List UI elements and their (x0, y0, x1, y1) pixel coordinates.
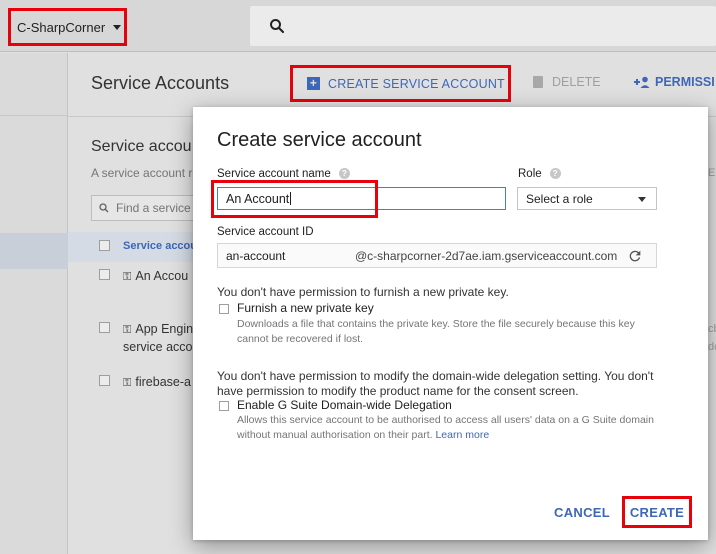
select-all-checkbox[interactable] (99, 240, 110, 251)
role-label: Role? (518, 168, 561, 180)
furnish-key-description: Downloads a file that contains the priva… (237, 318, 635, 345)
filter-input[interactable]: Find a service (91, 195, 195, 221)
delete-button[interactable]: DELETE (533, 75, 601, 89)
help-icon[interactable]: ? (549, 168, 561, 179)
name-label-text: Service account name (217, 168, 331, 180)
row-name-continued: service acco (123, 340, 193, 354)
role-label-text: Role (518, 168, 542, 180)
table-row[interactable]: ⚿ App Engin (123, 322, 193, 337)
row-name: App Engin (135, 322, 194, 336)
service-account-id-value: an-account (226, 249, 286, 263)
create-button-label: CREATE (629, 504, 685, 520)
furnish-key-label: Furnish a new private key (237, 301, 374, 315)
permissions-label: PERMISSI (655, 75, 715, 89)
filter-placeholder: Find a service (116, 201, 191, 215)
nav-selected-item[interactable] (0, 233, 68, 269)
row-checkbox[interactable] (99, 375, 110, 386)
search-bar[interactable] (250, 6, 716, 46)
create-service-account-dialog: Create service account Service account n… (193, 107, 708, 540)
section-description: A service account r (91, 166, 193, 180)
project-selector[interactable]: C-SharpCorner (8, 8, 127, 46)
row-checkbox[interactable] (99, 322, 110, 333)
chevron-down-icon (638, 197, 646, 202)
page-title: Service Accounts (91, 73, 230, 93)
row-name: An Accou (135, 269, 189, 283)
right-column-fragment: E (708, 167, 716, 179)
service-account-id-label: Service account ID (217, 226, 314, 238)
search-icon (99, 203, 109, 213)
dialog-title: Create service account (217, 129, 422, 151)
learn-more-link[interactable]: Learn more (435, 429, 489, 441)
delegation-label: Enable G Suite Domain-wide Delegation (237, 398, 452, 412)
furnish-key-checkbox[interactable] (219, 304, 229, 314)
column-header-service-account[interactable]: Service accou (123, 240, 197, 252)
project-name: C-SharpCorner (17, 19, 106, 35)
table-row[interactable]: ⚿ firebase-a (123, 375, 191, 390)
delegation-description: Allows this service account to be author… (237, 413, 667, 443)
right-column-fragment: cb (708, 323, 716, 335)
role-select[interactable]: Select a role (517, 187, 657, 210)
service-account-name-label: Service account name? (217, 168, 350, 180)
key-icon: ⚿ (123, 377, 132, 389)
create-service-account-button[interactable]: + CREATE SERVICE ACCOUNT (290, 65, 511, 102)
table-row[interactable]: ⚿ An Accou (123, 269, 188, 284)
add-icon: + (307, 77, 320, 90)
cancel-button[interactable]: CANCEL (554, 505, 610, 520)
left-nav (0, 53, 68, 554)
service-account-id-field[interactable]: an-account @c-sharpcorner-2d7ae.iam.gser… (217, 243, 657, 268)
permissions-button[interactable]: PERMISSI (634, 75, 715, 89)
create-button[interactable]: CREATE (622, 496, 692, 528)
search-icon (270, 19, 285, 34)
nav-divider (0, 115, 68, 116)
trash-icon (533, 76, 543, 88)
private-key-note: You don't have permission to furnish a n… (217, 285, 509, 299)
key-icon: ⚿ (123, 324, 132, 336)
role-select-value: Select a role (526, 191, 593, 206)
delegation-checkbox[interactable] (219, 401, 229, 411)
top-bar: C-SharpCorner (0, 0, 716, 52)
add-person-icon (634, 76, 650, 88)
delete-label: DELETE (552, 75, 601, 89)
row-checkbox[interactable] (99, 269, 110, 280)
row-name: firebase-a (135, 375, 191, 389)
create-service-account-label: CREATE SERVICE ACCOUNT (328, 76, 505, 91)
service-account-id-suffix: @c-sharpcorner-2d7ae.iam.gserviceaccount… (355, 249, 618, 263)
refresh-icon[interactable] (627, 248, 643, 264)
right-column-fragment: dc (708, 341, 716, 353)
help-icon[interactable]: ? (338, 168, 350, 179)
key-icon: ⚿ (123, 271, 132, 283)
delegation-note: You don't have permission to modify the … (217, 369, 654, 398)
highlight-box (211, 180, 378, 218)
section-title: Service accou (91, 138, 192, 155)
chevron-down-icon (113, 24, 122, 30)
